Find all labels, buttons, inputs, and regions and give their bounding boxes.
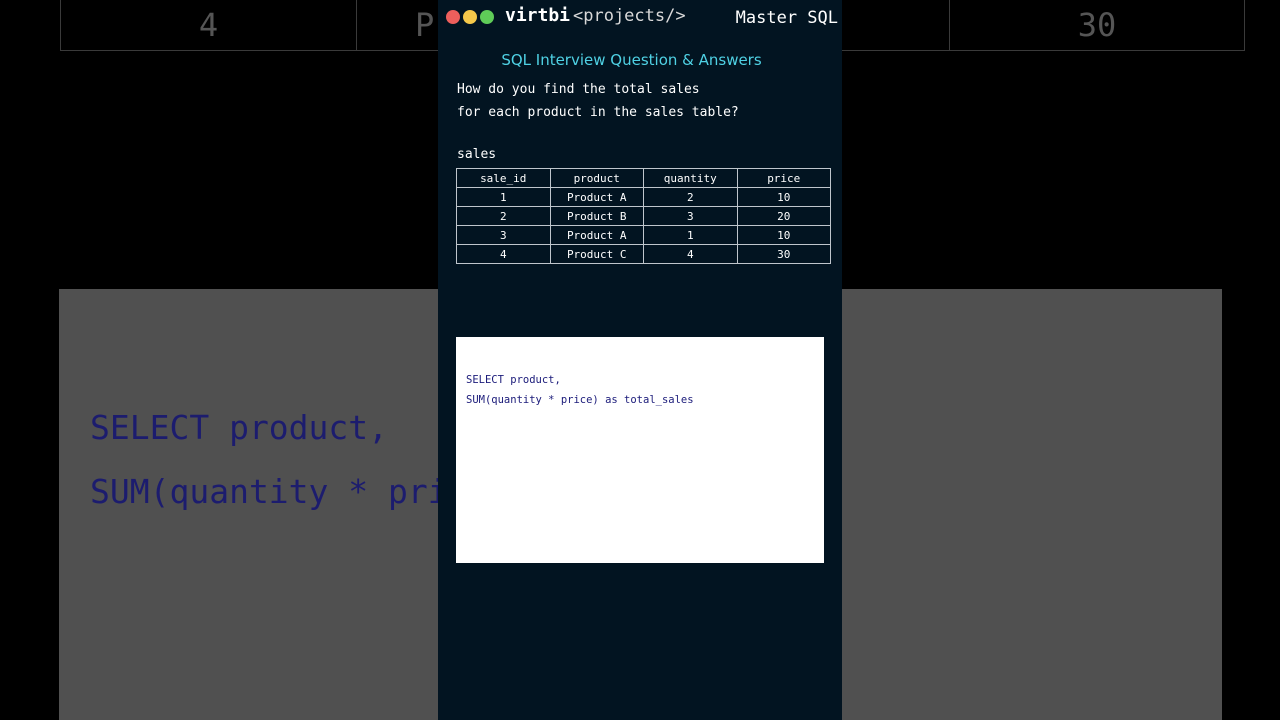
table-row: 3 Product A 1 10 <box>456 225 831 245</box>
table-cell: 1 <box>456 187 551 207</box>
column-header: quantity <box>643 168 738 188</box>
column-header: price <box>736 168 831 188</box>
table-cell: Product A <box>549 225 644 245</box>
table-cell: 3 <box>456 225 551 245</box>
table-name: sales <box>457 147 497 162</box>
table-cell: 10 <box>736 187 831 207</box>
code-line: SELECT product, <box>466 374 561 386</box>
question-card: virtbi <projects/> Master SQL SQL Interv… <box>438 0 842 720</box>
question-line: How do you find the total sales <box>457 82 700 97</box>
background-code-line: SELECT product, <box>90 408 389 447</box>
close-dot-icon <box>446 10 460 24</box>
table-cell: 4 <box>456 244 551 264</box>
question-line: for each product in the sales table? <box>457 105 739 120</box>
table-cell: Product B <box>549 206 644 226</box>
background-code-line: SUM(quantity * pri <box>90 472 448 511</box>
maximize-dot-icon <box>480 10 494 24</box>
sql-code-block: SELECT product, SUM(quantity * price) as… <box>456 337 824 563</box>
table-cell: 10 <box>736 225 831 245</box>
master-sql-badge: Master SQL <box>735 8 838 28</box>
brand-suffix: <projects/> <box>573 6 686 26</box>
table-cell: 1 <box>643 225 738 245</box>
column-header: sale_id <box>456 168 551 188</box>
column-header: product <box>549 168 644 188</box>
window-controls <box>446 10 494 24</box>
table-row: 2 Product B 3 20 <box>456 206 831 226</box>
table-row: 4 Product C 4 30 <box>456 244 831 264</box>
background-cell: 30 <box>949 0 1245 51</box>
table-cell: 4 <box>643 244 738 264</box>
table-cell: Product C <box>549 244 644 264</box>
table-header-row: sale_id product quantity price <box>456 168 831 188</box>
table-row: 1 Product A 2 10 <box>456 187 831 207</box>
question-text: How do you find the total sales for each… <box>457 78 739 124</box>
table-cell: Product A <box>549 187 644 207</box>
table-cell: 2 <box>643 187 738 207</box>
brand-name: virtbi <box>505 5 571 26</box>
table-cell: 3 <box>643 206 738 226</box>
background-cell: 4 <box>61 0 357 51</box>
code-line: SUM(quantity * price) as total_sales <box>466 394 694 406</box>
table-cell: 30 <box>736 244 831 264</box>
table-cell: 2 <box>456 206 551 226</box>
sales-table: sale_id product quantity price 1 Product… <box>456 168 831 264</box>
minimize-dot-icon <box>463 10 477 24</box>
table-cell: 20 <box>736 206 831 226</box>
page-title: SQL Interview Question & Answers <box>501 51 762 69</box>
